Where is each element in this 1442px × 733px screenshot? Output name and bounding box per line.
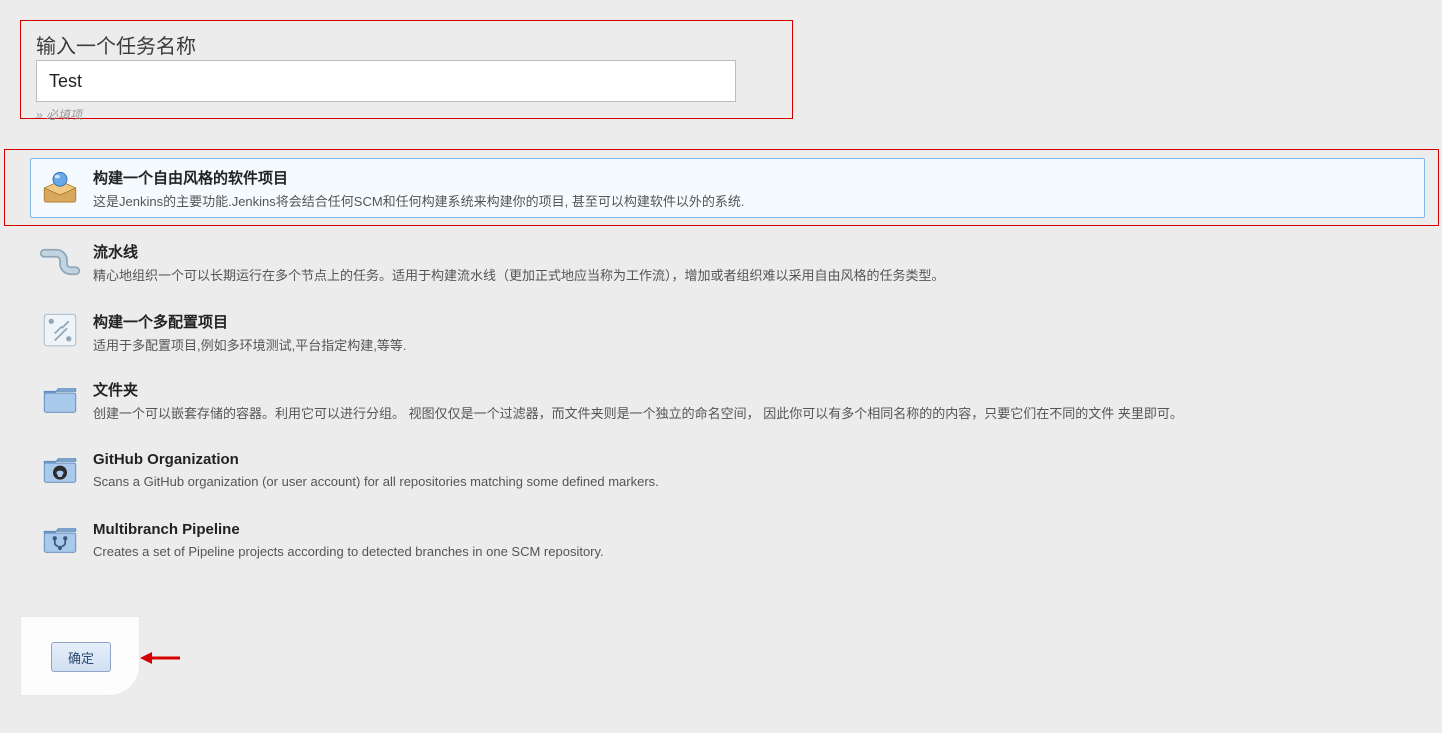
task-name-input[interactable]	[36, 60, 736, 102]
multiconfig-icon	[39, 309, 81, 351]
item-desc: Creates a set of Pipeline projects accor…	[93, 542, 1414, 562]
annotation-arrow-icon	[140, 650, 180, 666]
item-desc: Scans a GitHub organization (or user acc…	[93, 472, 1414, 492]
item-title: 构建一个自由风格的软件项目	[93, 167, 1414, 188]
item-title: Multibranch Pipeline	[93, 521, 1414, 538]
item-desc: 适用于多配置项目,例如多环境测试,平台指定构建,等等.	[93, 336, 1414, 356]
project-type-pipeline[interactable]: 流水线 精心地组织一个可以长期运行在多个节点上的任务。适用于构建流水线（更加正式…	[30, 232, 1425, 292]
required-hint: » 必填项	[36, 106, 82, 123]
project-type-multiconfig[interactable]: 构建一个多配置项目 适用于多配置项目,例如多环境测试,平台指定构建,等等.	[30, 302, 1425, 358]
item-title: GitHub Organization	[93, 451, 1414, 468]
confirm-button[interactable]: 确定	[51, 642, 111, 672]
pipeline-icon	[39, 241, 81, 283]
item-title: 构建一个多配置项目	[93, 311, 1414, 332]
github-org-icon	[39, 449, 81, 491]
multibranch-icon	[39, 519, 81, 561]
project-type-freestyle[interactable]: 构建一个自由风格的软件项目 这是Jenkins的主要功能.Jenkins将会结合…	[30, 158, 1425, 218]
project-type-multibranch[interactable]: Multibranch Pipeline Creates a set of Pi…	[30, 512, 1425, 568]
item-desc: 这是Jenkins的主要功能.Jenkins将会结合任何SCM和任何构建系统来构…	[93, 192, 1414, 212]
project-type-folder[interactable]: 文件夹 创建一个可以嵌套存储的容器。利用它可以进行分组。 视图仅仅是一个过滤器，…	[30, 370, 1425, 430]
project-type-github-org[interactable]: GitHub Organization Scans a GitHub organ…	[30, 442, 1425, 498]
item-desc: 创建一个可以嵌套存储的容器。利用它可以进行分组。 视图仅仅是一个过滤器，而文件夹…	[93, 404, 1414, 424]
footer-panel: 确定	[20, 616, 140, 696]
folder-icon	[39, 379, 81, 421]
page-title: 输入一个任务名称	[36, 30, 196, 59]
item-title: 流水线	[93, 241, 1414, 262]
freestyle-icon	[39, 167, 81, 209]
item-title: 文件夹	[93, 379, 1414, 400]
item-desc: 精心地组织一个可以长期运行在多个节点上的任务。适用于构建流水线（更加正式地应当称…	[93, 266, 1414, 286]
